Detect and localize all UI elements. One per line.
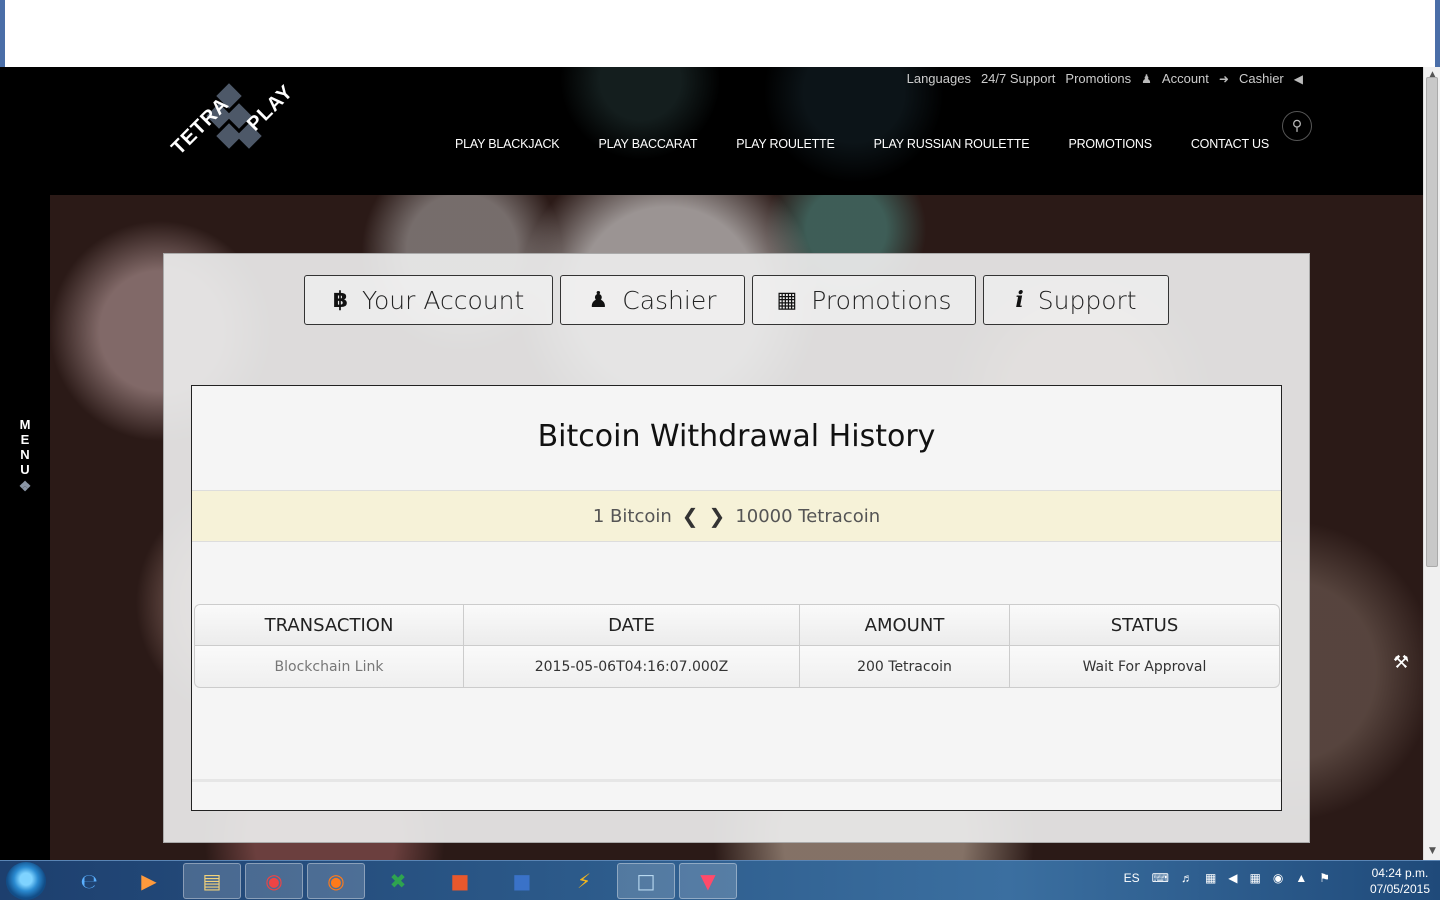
info-icon: i — [1015, 287, 1024, 313]
network-icon[interactable]: ▦ — [1205, 871, 1216, 885]
notification-icon[interactable]: ▲ — [1295, 871, 1307, 885]
window-edge-left — [0, 0, 5, 67]
login-icon: ➜ — [1218, 71, 1229, 86]
tab-cashier[interactable]: ♟ Cashier — [560, 275, 745, 325]
tab-promotions[interactable]: ▦ Promotions — [752, 275, 976, 325]
nav-play-baccarat[interactable]: PLAY BACCARAT — [598, 137, 697, 151]
web-page: TETRA PLAY Languages 24/7 Support Promot… — [0, 67, 1423, 860]
tab-your-account[interactable]: ฿ Your Account — [304, 275, 553, 325]
window-edge-right — [1435, 0, 1440, 67]
windows-taskbar: ℮ ▶ ▤ ◉ ◉ ✖ ■ ■ ⚡ □ ▼ ES ⌨ ♬ ▦ ◀ ▦ ◉ ▲ ⚑… — [0, 860, 1440, 900]
bitcoin-icon: ฿ — [332, 287, 349, 313]
withdrawal-history-card: Bitcoin Withdrawal History 1 Bitcoin ❮ ❯… — [191, 385, 1282, 811]
nav-play-blackjack[interactable]: PLAY BLACKJACK — [455, 137, 560, 151]
languages-link[interactable]: Languages — [907, 71, 971, 86]
rate-right: 10000 Tetracoin — [735, 505, 881, 527]
account-panel: ฿ Your Account ♟ Cashier ▦ Promotions i … — [163, 253, 1310, 843]
app-icon[interactable]: ▼ — [679, 863, 737, 899]
tetraplay-logo[interactable]: TETRA PLAY — [165, 77, 297, 160]
tab-label: Support — [1037, 285, 1137, 315]
tab-label: Your Account — [362, 285, 525, 315]
speaker-icon[interactable]: ◀ — [1228, 871, 1237, 885]
nav-play-russian-roulette[interactable]: PLAY RUSSIAN ROULETTE — [874, 137, 1030, 151]
action-center-flag-icon[interactable]: ⚑ — [1319, 871, 1330, 885]
notepad-icon[interactable]: □ — [617, 863, 675, 899]
volume-icon[interactable]: ♬ — [1181, 871, 1193, 885]
user-icon: ♟ — [588, 287, 609, 313]
withdrawal-table: TRANSACTION DATE AMOUNT STATUS Blockchai… — [194, 604, 1280, 688]
nav-contact-us[interactable]: CONTACT US — [1191, 137, 1269, 151]
page-scrollbar[interactable]: ▲ ▼ — [1423, 67, 1440, 860]
column-header-amount: AMOUNT — [800, 604, 1010, 646]
cashier-link[interactable]: Cashier — [1239, 71, 1284, 86]
word-icon[interactable]: ■ — [493, 863, 551, 899]
system-tray: ES ⌨ ♬ ▦ ◀ ▦ ◉ ▲ ⚑ — [1124, 871, 1330, 885]
column-header-status: STATUS — [1010, 604, 1280, 646]
tools-icon[interactable]: ⚒ — [1393, 652, 1409, 673]
rate-left: 1 Bitcoin — [592, 505, 672, 527]
nav-play-roulette[interactable]: PLAY ROULETTE — [736, 137, 835, 151]
system-clock[interactable]: 04:24 p.m. 07/05/2015 — [1370, 865, 1430, 897]
column-header-date: DATE — [464, 604, 800, 646]
start-button[interactable] — [6, 862, 46, 900]
firefox-icon[interactable]: ◉ — [307, 863, 365, 899]
cell-status: Wait For Approval — [1010, 646, 1280, 688]
chrome-icon[interactable]: ◉ — [245, 863, 303, 899]
user-icon: ♟ — [1141, 71, 1152, 86]
table-row: Blockchain Link 2015-05-06T04:16:07.000Z… — [194, 646, 1280, 688]
clock-date: 07/05/2015 — [1369, 882, 1430, 896]
tray-app-icon[interactable]: ▦ — [1250, 871, 1261, 885]
chevron-right-icon: ❯ — [708, 504, 726, 528]
account-tabs: ฿ Your Account ♟ Cashier ▦ Promotions i … — [304, 275, 1169, 325]
excel-icon[interactable]: ✖ — [369, 863, 427, 899]
cell-amount: 200 Tetracoin — [800, 646, 1010, 688]
internet-explorer-icon[interactable]: ℮ — [60, 863, 118, 899]
exchange-rate-bar: 1 Bitcoin ❮ ❯ 10000 Tetracoin — [192, 490, 1281, 542]
language-indicator[interactable]: ES — [1124, 871, 1140, 885]
page-title: Bitcoin Withdrawal History — [537, 419, 936, 454]
chevron-left-icon: ❮ — [681, 504, 699, 528]
file-explorer-icon[interactable]: ▤ — [183, 863, 241, 899]
support-link[interactable]: 24/7 Support — [981, 71, 1055, 86]
keyboard-icon[interactable]: ⌨ — [1152, 871, 1169, 885]
tab-label: Promotions — [811, 285, 952, 315]
tab-support[interactable]: i Support — [983, 275, 1169, 325]
app-icon[interactable]: ⚡ — [555, 863, 613, 899]
nav-promotions[interactable]: PROMOTIONS — [1068, 137, 1152, 151]
browser-top-strip — [0, 0, 1440, 67]
search-icon[interactable]: ⚲ — [1282, 111, 1312, 141]
card-footer-divider — [192, 779, 1281, 782]
menu-diamond-icon: ❖ — [18, 478, 32, 494]
account-link[interactable]: Account — [1162, 71, 1209, 86]
powerpoint-icon[interactable]: ■ — [431, 863, 489, 899]
cell-date: 2015-05-06T04:16:07.000Z — [464, 646, 800, 688]
clock-time: 04:24 p.m. — [1371, 866, 1429, 880]
gift-icon: ▦ — [776, 287, 798, 313]
scroll-down-icon[interactable]: ▼ — [1424, 843, 1440, 860]
main-nav: PLAY BLACKJACK PLAY BACCARAT PLAY ROULET… — [455, 137, 1269, 151]
scrollbar-thumb[interactable] — [1426, 77, 1438, 567]
media-player-icon[interactable]: ▶ — [120, 863, 178, 899]
blockchain-link[interactable]: Blockchain Link — [194, 646, 464, 688]
table-header-row: TRANSACTION DATE AMOUNT STATUS — [194, 604, 1280, 646]
column-header-transaction: TRANSACTION — [194, 604, 464, 646]
promotions-link[interactable]: Promotions — [1065, 71, 1131, 86]
logo-text-play: PLAY — [242, 80, 298, 136]
tab-label: Cashier — [622, 285, 717, 315]
side-menu-toggle[interactable]: MENU ❖ — [14, 417, 36, 494]
chrome-tray-icon[interactable]: ◉ — [1273, 871, 1283, 885]
side-menu-label: MENU — [19, 417, 31, 477]
utility-nav: Languages 24/7 Support Promotions ♟ Acco… — [907, 71, 1303, 86]
sound-icon[interactable]: ◀ — [1294, 72, 1303, 86]
